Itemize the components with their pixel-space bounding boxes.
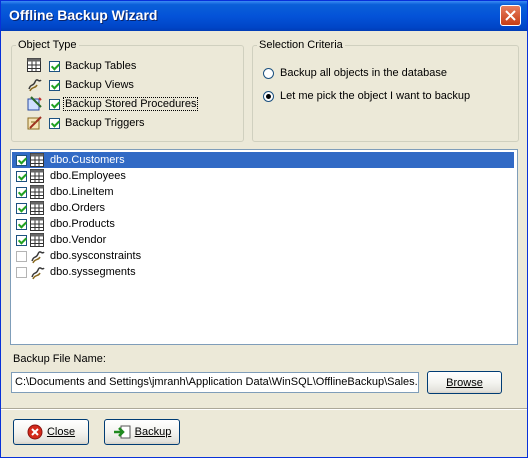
close-button[interactable]: Close [13, 419, 89, 445]
object-type-item-backup-views[interactable]: Backup Views [27, 76, 135, 94]
object-type-legend: Object Type [18, 39, 77, 51]
criteria-label: Backup all objects in the database [280, 67, 447, 79]
table-icon [30, 185, 44, 199]
list-item[interactable]: dbo.Employees [12, 168, 514, 184]
criteria-radio[interactable] [263, 67, 274, 79]
criteria-option-2[interactable]: Let me pick the object I want to backup [263, 87, 470, 105]
view-icon [30, 265, 45, 280]
list-item-checkbox[interactable] [16, 250, 27, 262]
title-bar[interactable]: Offline Backup Wizard [1, 1, 527, 31]
list-item-label: dbo.sysconstraints [50, 250, 142, 262]
close-window-button[interactable] [500, 5, 521, 26]
close-button-label: Close [46, 426, 76, 438]
list-item-checkbox[interactable] [16, 186, 27, 198]
backup-file-path-input[interactable]: C:\Documents and Settings\jmranh\Applica… [11, 372, 419, 393]
footer-separator [1, 408, 527, 410]
list-item-checkbox[interactable] [16, 202, 27, 214]
list-item[interactable]: dbo.Customers [12, 152, 514, 168]
list-item[interactable]: dbo.Products [12, 216, 514, 232]
object-type-checkbox[interactable] [49, 60, 60, 72]
list-item-checkbox[interactable] [16, 154, 27, 166]
list-item-label: dbo.Vendor [50, 234, 107, 246]
close-icon [505, 10, 516, 21]
criteria-label: Let me pick the object I want to backup [280, 90, 471, 102]
object-type-checkbox[interactable] [49, 79, 60, 91]
object-type-label: Backup Stored Procedures [62, 97, 199, 111]
object-type-label: Backup Views [65, 79, 134, 91]
object-type-item-backup-tables[interactable]: Backup Tables [27, 57, 137, 75]
list-item-label: dbo.LineItem [50, 186, 114, 198]
table-icon [30, 169, 44, 183]
criteria-radio[interactable] [263, 90, 274, 102]
object-type-item-backup-triggers[interactable]: Backup Triggers [27, 114, 145, 132]
object-type-label: Backup Tables [65, 60, 137, 72]
list-item-label: dbo.Orders [50, 202, 106, 214]
browse-button-label: Browse [446, 376, 483, 389]
view-icon [30, 249, 45, 264]
list-item[interactable]: dbo.Orders [12, 200, 514, 216]
list-item-checkbox[interactable] [16, 170, 27, 182]
backup-file-label: Backup File Name: [13, 353, 106, 365]
browse-button[interactable]: Browse [427, 371, 502, 394]
table-icon [30, 217, 44, 231]
list-item-checkbox[interactable] [16, 218, 27, 230]
window-title: Offline Backup Wizard [9, 7, 158, 23]
list-item-label: dbo.Products [50, 218, 115, 230]
close-circle-icon [27, 424, 43, 440]
object-type-checkbox[interactable] [49, 117, 60, 129]
list-item[interactable]: dbo.LineItem [12, 184, 514, 200]
list-item[interactable]: dbo.sysconstraints [12, 248, 514, 264]
backup-arrow-icon [113, 425, 131, 439]
list-item-label: dbo.Customers [50, 154, 125, 166]
backup-button-label: Backup [134, 426, 172, 438]
object-type-checkbox[interactable] [49, 98, 60, 110]
view-icon [27, 77, 43, 93]
backup-button[interactable]: Backup [104, 419, 180, 445]
list-item-checkbox[interactable] [16, 266, 27, 278]
list-item-checkbox[interactable] [16, 234, 27, 246]
table-icon [30, 201, 44, 215]
list-item-label: dbo.Employees [50, 170, 126, 182]
criteria-option-1[interactable]: Backup all objects in the database [263, 64, 447, 82]
list-item[interactable]: dbo.Vendor [12, 232, 514, 248]
table-icon [30, 233, 44, 247]
list-item-label: dbo.syssegments [50, 266, 136, 278]
object-type-item-backup-stored-procedures[interactable]: Backup Stored Procedures [27, 95, 199, 113]
trigger-icon [27, 115, 43, 131]
object-type-label: Backup Triggers [65, 117, 145, 129]
procedure-icon [27, 96, 43, 112]
list-item[interactable]: dbo.syssegments [12, 264, 514, 280]
table-icon [27, 58, 43, 74]
table-icon [30, 153, 44, 167]
selection-criteria-legend: Selection Criteria [259, 39, 343, 51]
object-list[interactable]: dbo.Customers dbo.Employees dbo.LineItem db… [10, 149, 518, 345]
dialog-window: Offline Backup Wizard Object Type Backup… [0, 0, 528, 458]
